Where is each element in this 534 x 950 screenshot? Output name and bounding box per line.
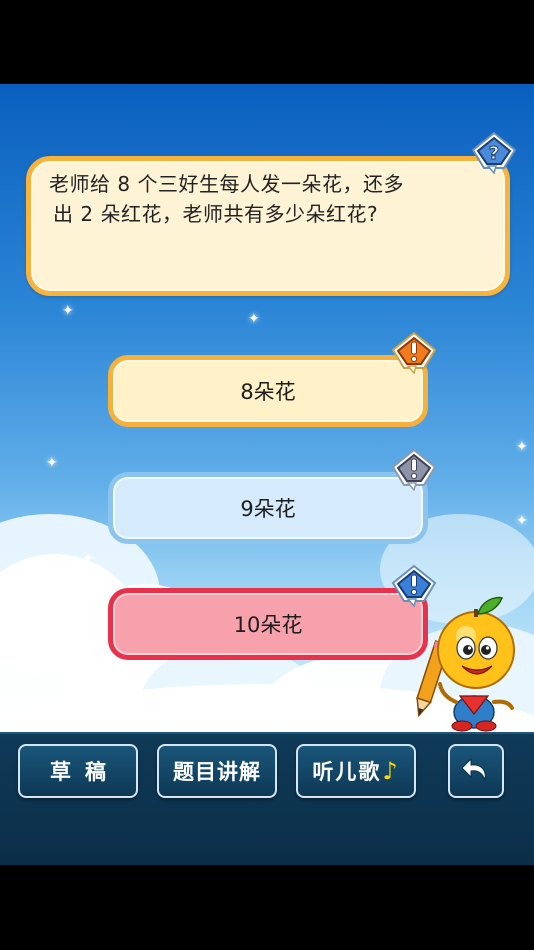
- answer-option-b[interactable]: 9朵花: [108, 472, 428, 544]
- top-black-bar: [0, 0, 534, 84]
- explain-question-button[interactable]: 题目讲解: [157, 744, 277, 798]
- exclamation-icon: [391, 331, 437, 374]
- back-button[interactable]: [448, 744, 504, 798]
- question-mark-icon: ?: [471, 131, 517, 174]
- back-arrow-icon: [461, 757, 486, 782]
- orange-mascot-illustration: [416, 596, 515, 732]
- draft-button-label: 草稿: [50, 760, 120, 784]
- answer-option-c-label: 10朵花: [233, 613, 303, 637]
- music-note-icon: ♪: [382, 757, 400, 785]
- bottom-toolbar: 草稿 题目讲解 听儿歌 ♪: [0, 732, 534, 865]
- answer-option-a-label: 8朵花: [240, 380, 296, 404]
- bottom-black-bar: [0, 865, 534, 950]
- question-line-1: 老师给 8 个三好生每人发一朵花，还多: [49, 172, 404, 196]
- listen-song-button[interactable]: 听儿歌 ♪: [296, 744, 416, 798]
- question-box: 老师给 8 个三好生每人发一朵花，还多 出 2 朵红花，老师共有多少朵红花?: [26, 156, 510, 296]
- svg-text:?: ?: [489, 143, 499, 164]
- listen-song-button-label: 听儿歌: [312, 760, 382, 784]
- answer-option-b-label: 9朵花: [240, 497, 296, 521]
- exclamation-icon: [391, 448, 437, 491]
- draft-button[interactable]: 草稿: [18, 744, 138, 798]
- question-text: 老师给 8 个三好生每人发一朵花，还多 出 2 朵红花，老师共有多少朵红花?: [49, 169, 487, 229]
- answer-option-c[interactable]: 10朵花: [108, 588, 428, 660]
- answer-option-a[interactable]: 8朵花: [108, 355, 428, 427]
- explain-question-button-label: 题目讲解: [173, 760, 261, 784]
- question-line-2: 出 2 朵红花，老师共有多少朵红花?: [53, 202, 379, 226]
